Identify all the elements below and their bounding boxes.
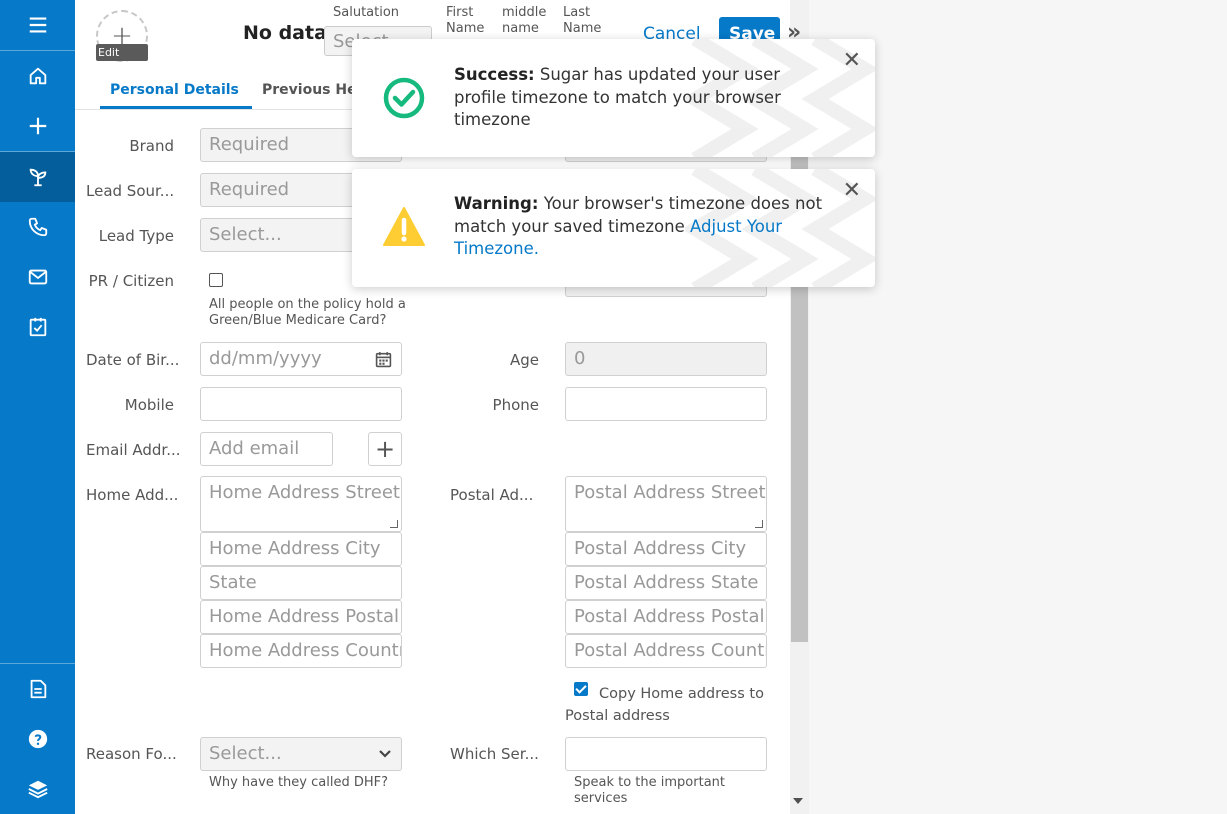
home-address-country[interactable]: Home Address Country	[200, 634, 402, 668]
add-email-button[interactable]: +	[368, 432, 402, 466]
reason-label: Reason Fo...	[86, 745, 177, 763]
avatar-edit-label[interactable]: Edit	[96, 44, 148, 61]
brand-label: Brand	[129, 137, 174, 155]
last-name-label: Last Name	[563, 5, 602, 36]
leads-plant-icon	[29, 168, 46, 187]
success-toast: Success: Sugar has updated your user pro…	[352, 39, 875, 157]
dob-label: Date of Bir...	[86, 351, 180, 369]
active-tab-indicator	[100, 106, 252, 109]
which-services-help: Speak to the important services	[574, 775, 726, 806]
warning-title: Warning:	[454, 194, 539, 213]
layers-icon	[27, 780, 48, 799]
warning-toast: Warning: Your browser's timezone does no…	[352, 169, 875, 287]
postal-address-street[interactable]: Postal Address Street	[565, 476, 767, 532]
pr-citizen-checkbox[interactable]	[209, 273, 223, 287]
reason-help: Why have they called DHF?	[209, 775, 388, 790]
mobile-input[interactable]	[200, 387, 402, 421]
calendar-icon[interactable]	[375, 351, 392, 368]
menu-button[interactable]	[0, 0, 75, 50]
success-message: Success: Sugar has updated your user pro…	[454, 64, 834, 132]
phone-input[interactable]	[565, 387, 767, 421]
quick-create-button[interactable]	[0, 101, 75, 151]
postal-address-city[interactable]: Postal Address City	[565, 532, 767, 566]
age-input: 0	[565, 342, 767, 376]
home-address-state[interactable]: State	[200, 566, 402, 600]
first-name-label: First Name	[446, 5, 485, 36]
close-icon[interactable]: ✕	[843, 178, 861, 203]
age-label: Age	[509, 351, 539, 369]
lead-source-label: Lead Sour...	[86, 182, 175, 200]
reason-select[interactable]: Select...	[200, 737, 402, 771]
home-address-label: Home Add...	[86, 486, 179, 504]
tasks-icon	[29, 317, 46, 337]
sidebar	[0, 0, 75, 814]
lead-type-label: Lead Type	[98, 227, 174, 245]
email-input[interactable]: Add email	[200, 432, 333, 466]
menu-icon	[29, 17, 46, 33]
record-name: No data	[243, 22, 327, 44]
sidebar-item-documents[interactable]	[0, 664, 75, 714]
warning-icon	[383, 207, 425, 246]
success-title: Success:	[454, 65, 535, 84]
plus-icon: +	[374, 435, 396, 463]
postal-address-country[interactable]: Postal Address Country	[565, 634, 767, 668]
pr-citizen-label: PR / Citizen	[88, 272, 174, 290]
sidebar-item-emails[interactable]	[0, 252, 75, 302]
pr-citizen-help: All people on the policy hold a Green/Bl…	[209, 297, 406, 328]
postal-address-label: Postal Ad...	[450, 486, 534, 504]
home-button[interactable]	[0, 51, 75, 101]
mobile-label: Mobile	[124, 396, 174, 414]
middle-name-label: middle name	[502, 5, 547, 36]
copy-address-label[interactable]: Copy Home address to Postal address	[565, 683, 775, 727]
resize-handle-icon[interactable]	[390, 520, 398, 528]
sidebar-item-tasks[interactable]	[0, 302, 75, 352]
check-circle-icon	[383, 77, 425, 119]
which-services-label: Which Ser...	[450, 745, 539, 763]
resize-handle-icon[interactable]	[755, 520, 763, 528]
document-icon	[30, 679, 46, 699]
chevron-down-icon	[379, 750, 391, 758]
sidebar-item-leads[interactable]	[0, 152, 75, 202]
warning-message: Warning: Your browser's timezone does no…	[454, 193, 834, 261]
home-address-city[interactable]: Home Address City	[200, 532, 402, 566]
home-address-postal[interactable]: Home Address Postal Code	[200, 600, 402, 634]
phone-label: Phone	[492, 396, 539, 414]
mail-icon	[28, 269, 47, 285]
postal-address-postal[interactable]: Postal Address Postal Code	[565, 600, 767, 634]
layers-button[interactable]	[0, 764, 75, 814]
salutation-label: Salutation	[333, 5, 400, 20]
email-label: Email Addr...	[86, 441, 181, 459]
which-services-input[interactable]	[565, 737, 767, 771]
dob-input[interactable]: dd/mm/yyyy	[200, 342, 402, 376]
tab-personal-details[interactable]: Personal Details	[110, 82, 239, 98]
close-icon[interactable]: ✕	[843, 48, 861, 73]
plus-icon	[29, 117, 46, 135]
scroll-down-arrow[interactable]	[793, 798, 803, 804]
sidebar-item-calls[interactable]	[0, 202, 75, 252]
home-icon	[29, 67, 46, 85]
postal-address-state[interactable]: Postal Address State	[565, 566, 767, 600]
help-icon	[28, 729, 47, 749]
phone-icon	[28, 217, 47, 237]
home-address-street[interactable]: Home Address Street	[200, 476, 402, 532]
help-button[interactable]	[0, 714, 75, 764]
